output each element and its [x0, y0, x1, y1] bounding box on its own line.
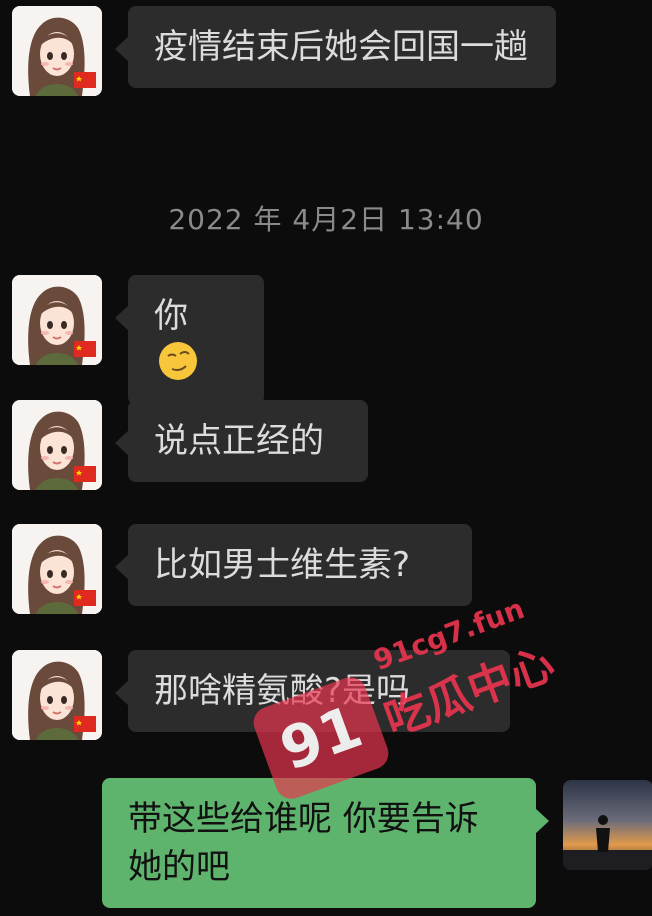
message-text: 带这些给谁呢 你要告诉她的吧 — [128, 799, 479, 887]
message-bubble[interactable]: 那啥精氨酸?是吗 — [115, 650, 510, 732]
cartoon-woman-avatar-icon — [12, 275, 102, 365]
message-text: 说点正经的 — [154, 421, 324, 461]
message-bubble[interactable]: 你 — [115, 275, 264, 405]
cartoon-woman-avatar-icon — [12, 6, 102, 96]
message-text: 你 — [154, 296, 188, 336]
chat-timestamp: 2022 年 4月2日 13:40 — [168, 203, 484, 236]
cartoon-woman-avatar-icon — [12, 650, 102, 740]
message-text: 比如男士维生素? — [154, 545, 411, 585]
contact-avatar[interactable] — [12, 275, 102, 365]
cartoon-woman-avatar-icon — [12, 524, 102, 614]
sunset-silhouette-avatar-icon — [563, 815, 652, 870]
cartoon-woman-avatar-icon — [12, 400, 102, 490]
message-text: 那啥精氨酸?是吗 — [154, 671, 411, 711]
message-bubble[interactable]: 疫情结束后她会回国一趟 — [115, 6, 556, 88]
contact-avatar[interactable] — [12, 6, 102, 96]
message-bubble[interactable]: 说点正经的 — [115, 400, 368, 482]
message-text: 疫情结束后她会回国一趟 — [154, 27, 528, 67]
smirk-emoji-icon — [159, 342, 197, 380]
self-avatar[interactable] — [563, 780, 652, 870]
contact-avatar[interactable] — [12, 400, 102, 490]
contact-avatar[interactable] — [12, 524, 102, 614]
outgoing-message-bubble[interactable]: 带这些给谁呢 你要告诉她的吧 — [102, 778, 549, 908]
message-bubble[interactable]: 比如男士维生素? — [115, 524, 472, 606]
contact-avatar[interactable] — [12, 650, 102, 740]
